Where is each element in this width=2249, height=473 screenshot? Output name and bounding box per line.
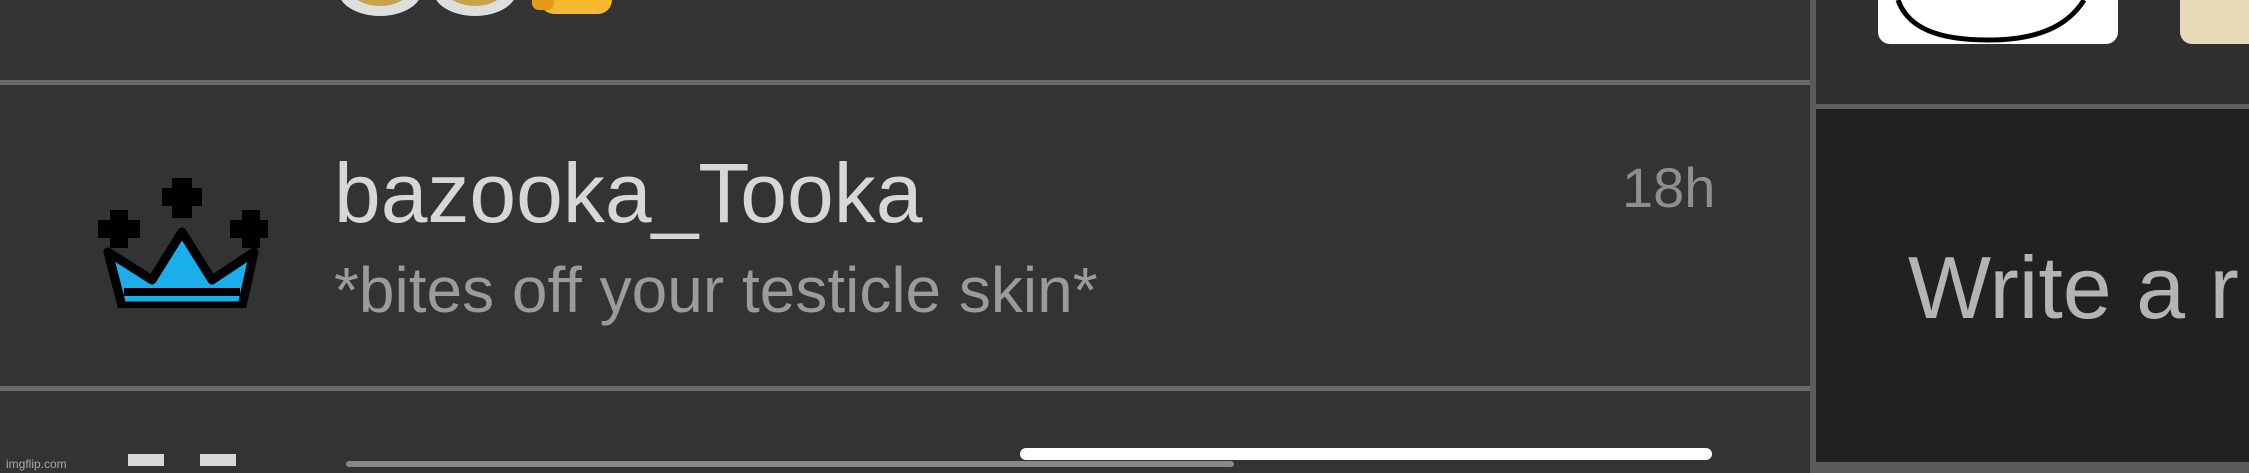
image-thumbnail[interactable] — [2180, 0, 2249, 44]
comment-text: *bites off your testicle skin* — [334, 254, 1098, 326]
compose-border — [1816, 462, 2249, 473]
home-indicator[interactable] — [1020, 448, 1712, 460]
star-icon — [120, 0, 240, 20]
comments-list: bazooka_Tooka *bites off your testicle s… — [0, 0, 1810, 473]
watermark-text: imgflip.com — [6, 457, 67, 471]
meme-face-image — [1895, 0, 2087, 43]
next-row-avatar — [128, 454, 238, 473]
crown-icon — [98, 178, 268, 308]
image-thumbnail[interactable] — [1878, 0, 2118, 44]
comment-username[interactable]: bazooka_Tooka — [334, 151, 922, 235]
compose-placeholder: Write a r — [1908, 238, 2239, 337]
row-divider — [0, 386, 1810, 391]
comment-timestamp: 18h — [1622, 156, 1716, 219]
eyes-and-thumbs-up-emoji — [341, 0, 612, 16]
horizontal-scrollbar[interactable] — [346, 461, 1234, 467]
